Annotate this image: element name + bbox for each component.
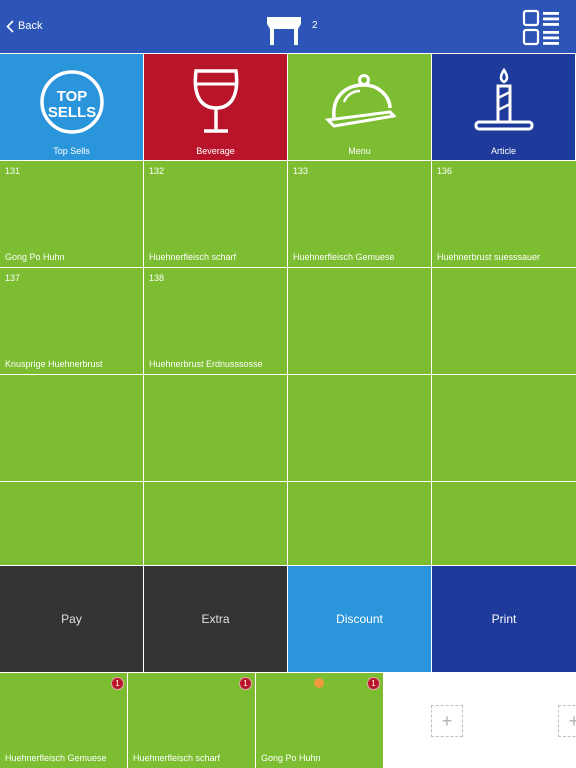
item-name: Knusprige Huehnerbrust — [5, 359, 103, 369]
empty-tile — [432, 482, 576, 565]
empty-tile — [432, 268, 576, 374]
pay-button[interactable]: Pay — [0, 566, 143, 672]
top-sells-logo-line2: SELLS — [47, 104, 95, 121]
quantity-badge: 1 — [239, 677, 252, 690]
table-indicator: 2 — [266, 14, 318, 46]
item-name: Huehnerfleisch scharf — [149, 252, 237, 262]
category-top-sells[interactable]: TOP SELLS Top Sells — [0, 54, 143, 160]
discount-button[interactable]: Discount — [288, 566, 431, 672]
item-name: Huehnerbrust Erdnusssosse — [149, 359, 263, 369]
plus-icon: + — [441, 710, 453, 731]
item-number: 132 — [149, 166, 165, 176]
item-name: Gong Po Huhn — [5, 252, 65, 262]
quantity-badge: 1 — [111, 677, 124, 690]
grid-list-icon — [522, 9, 559, 46]
order-item-name: Huehnerfleisch scharf — [133, 753, 221, 763]
item-tile[interactable]: 131 Gong Po Huhn — [0, 161, 143, 267]
item-name: Huehnerbrust suesssauer — [437, 252, 541, 262]
item-number: 133 — [293, 166, 309, 176]
top-sells-icon: TOP SELLS — [39, 70, 104, 134]
item-tile[interactable]: 138 Huehnerbrust Erdnusssosse — [144, 268, 287, 374]
table-number: 2 — [312, 20, 318, 31]
item-number: 137 — [5, 273, 21, 283]
quantity-badge: 1 — [367, 677, 380, 690]
category-label: Beverage — [196, 146, 235, 156]
category-beverage[interactable]: Beverage — [144, 54, 287, 160]
empty-tile — [0, 375, 143, 481]
category-label: Article — [490, 146, 516, 156]
chevron-left-icon — [6, 19, 14, 33]
category-label: Menu — [348, 146, 371, 156]
order-item[interactable]: 1 Gong Po Huhn — [256, 673, 383, 768]
add-order-slot[interactable]: + — [558, 705, 576, 737]
candle-icon — [474, 68, 533, 131]
top-bar: Back 2 — [0, 0, 576, 53]
category-menu[interactable]: Menu — [288, 54, 431, 160]
extra-button[interactable]: Extra — [144, 566, 287, 672]
add-order-slot[interactable]: + — [431, 705, 463, 737]
status-dot — [314, 678, 324, 688]
order-item-name: Huehnerfleisch Gemuese — [5, 753, 107, 763]
item-tile[interactable]: 136 Huehnerbrust suesssauer — [432, 161, 576, 267]
empty-tile — [0, 482, 143, 565]
layout-toggle-button[interactable] — [522, 9, 562, 47]
top-sells-logo-line1: TOP — [56, 88, 87, 105]
table-icon — [267, 17, 301, 45]
order-item-name: Gong Po Huhn — [261, 753, 321, 763]
empty-tile — [144, 375, 287, 481]
back-label: Back — [18, 20, 43, 32]
empty-tile — [288, 482, 431, 565]
wine-glass-icon — [193, 69, 238, 133]
category-article[interactable]: Article — [432, 54, 575, 160]
item-tile[interactable]: 133 Huehnerfleisch Gemuese — [288, 161, 431, 267]
empty-tile — [432, 375, 576, 481]
order-item[interactable]: 1 Huehnerfleisch Gemuese — [0, 673, 127, 768]
category-label: Top Sells — [53, 146, 90, 156]
back-button[interactable]: Back — [6, 16, 42, 36]
empty-tile — [288, 268, 431, 374]
empty-tile — [144, 482, 287, 565]
print-button[interactable]: Print — [432, 566, 576, 672]
cloche-icon — [324, 74, 396, 128]
item-tile[interactable]: 137 Knusprige Huehnerbrust — [0, 268, 143, 374]
item-number: 138 — [149, 273, 165, 283]
item-number: 136 — [437, 166, 453, 176]
item-tile[interactable]: 132 Huehnerfleisch scharf — [144, 161, 287, 267]
order-item[interactable]: 1 Huehnerfleisch scharf — [128, 673, 255, 768]
item-number: 131 — [5, 166, 21, 176]
empty-tile — [288, 375, 431, 481]
plus-icon: + — [568, 710, 576, 731]
item-name: Huehnerfleisch Gemuese — [293, 252, 395, 262]
